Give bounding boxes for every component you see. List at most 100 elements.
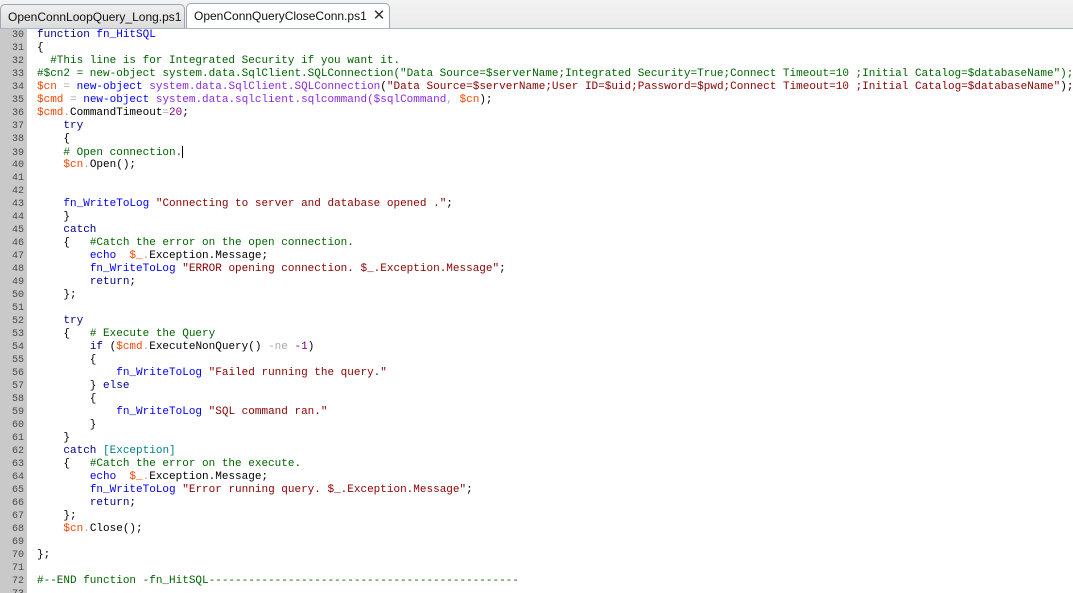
code-line: 30 function fn_HitSQL bbox=[0, 29, 1073, 42]
code-line: 51 bbox=[0, 302, 1073, 315]
line-number: 46 bbox=[11, 238, 24, 249]
token-text: { bbox=[37, 458, 90, 470]
line-number: 69 bbox=[11, 537, 24, 548]
token-text: } bbox=[37, 211, 71, 223]
code-line: 56 fn_WriteToLog "Failed running the que… bbox=[0, 367, 1073, 380]
code-line: 49 return; bbox=[0, 276, 1073, 289]
line-number: 53 bbox=[11, 329, 24, 340]
code-line: 40 $cn.Open(); bbox=[0, 159, 1073, 172]
token-text: } bbox=[37, 380, 104, 392]
token-comment: #$cn2 = new-object system.data.SqlClient… bbox=[37, 68, 1073, 80]
line-number: 63 bbox=[11, 459, 24, 470]
line-number: 41 bbox=[11, 173, 24, 184]
token-comment: #This line is for Integrated Security if… bbox=[50, 55, 401, 67]
code-line: 69 bbox=[0, 536, 1073, 549]
code-line: 44 } bbox=[0, 211, 1073, 224]
line-number: 43 bbox=[11, 199, 24, 210]
code-line: 53 { # Execute the Query bbox=[0, 328, 1073, 341]
token-text: ); bbox=[1060, 81, 1073, 93]
line-number: 42 bbox=[11, 186, 24, 197]
token-keyword: return bbox=[89, 497, 130, 509]
code-line: 52 try bbox=[0, 315, 1073, 328]
token-operator: , bbox=[446, 94, 460, 106]
line-number: 36 bbox=[11, 108, 24, 119]
code-line: 37 try bbox=[0, 120, 1073, 133]
code-line: 38 { bbox=[0, 133, 1073, 146]
line-number: 34 bbox=[11, 82, 24, 93]
code-line: 35 $cmd = new-object system.data.sqlclien… bbox=[0, 94, 1073, 107]
tab-openconnloopquery[interactable]: OpenConnLoopQuery_Long.ps1 bbox=[0, 4, 185, 28]
code-line: 66 return; bbox=[0, 497, 1073, 510]
line-number: 61 bbox=[11, 433, 24, 444]
code-line: 47 echo $_.Exception.Message; bbox=[0, 250, 1073, 263]
token-keyword: try bbox=[63, 120, 84, 132]
token-variable: $_ bbox=[129, 471, 143, 483]
token-text: CommandTimeout bbox=[70, 107, 163, 119]
code-line: 68 $cn.Close(); bbox=[0, 523, 1073, 536]
token-command: new-object bbox=[76, 81, 143, 93]
token-text: Exception.Message; bbox=[149, 250, 269, 262]
code-line: 33 #$cn2 = new-object system.data.SqlClie… bbox=[0, 68, 1073, 81]
code-line: 63 { #Catch the error on the execute. bbox=[0, 458, 1073, 471]
code-editor[interactable]: 30 function fn_HitSQL 31 {32 #This line is … bbox=[0, 29, 1073, 593]
token-text: ; bbox=[499, 263, 506, 275]
token-command: new-object bbox=[83, 94, 150, 106]
token-text: ; bbox=[182, 107, 189, 119]
code-line: 67 }; bbox=[0, 510, 1073, 523]
tab-label: OpenConnQueryCloseConn.ps1 bbox=[194, 9, 367, 23]
code-line: 31 { bbox=[0, 42, 1073, 55]
line-number: 33 bbox=[11, 69, 24, 80]
token-number: 20 bbox=[169, 107, 183, 119]
token-variable: $cmd bbox=[37, 94, 64, 106]
token-variable: $cn bbox=[63, 159, 84, 171]
token-command: fn_WriteToLog bbox=[63, 198, 150, 210]
line-number: 59 bbox=[11, 407, 24, 418]
token-text: ; bbox=[129, 276, 137, 288]
line-number: 44 bbox=[11, 212, 24, 223]
token-text: } bbox=[37, 419, 97, 431]
token-number: -1 bbox=[294, 341, 308, 353]
token-command: fn_WriteToLog bbox=[89, 484, 176, 496]
code-line: 72 #--END function -fn_HitSQL------------… bbox=[0, 575, 1073, 588]
tab-label: OpenConnLoopQuery_Long.ps1 bbox=[8, 10, 182, 24]
code-line: 50 }; bbox=[0, 289, 1073, 302]
token-command: fn_WriteToLog bbox=[89, 263, 176, 275]
line-number: 47 bbox=[11, 251, 24, 262]
code-line: 59 fn_WriteToLog "SQL command ran." bbox=[0, 406, 1073, 419]
line-number: 68 bbox=[11, 524, 24, 535]
code-line: 42 bbox=[0, 185, 1073, 198]
line-number: 48 bbox=[11, 264, 24, 275]
token-operator: -ne bbox=[268, 341, 288, 353]
code-line: 71 bbox=[0, 562, 1073, 575]
code-line: 55 { bbox=[0, 354, 1073, 367]
token-variable: $cn bbox=[63, 523, 84, 535]
line-number: 67 bbox=[11, 511, 24, 522]
line-number: 45 bbox=[11, 225, 24, 236]
token-keyword: catch bbox=[63, 445, 97, 457]
token-comment: #Catch the error on the execute. bbox=[89, 458, 302, 470]
code-line: 64 echo $_.Exception.Message; bbox=[0, 471, 1073, 484]
code-line: 45 catch bbox=[0, 224, 1073, 237]
close-icon[interactable]: ✕ bbox=[373, 7, 386, 24]
token-command: echo bbox=[89, 250, 117, 262]
token-command: echo bbox=[89, 471, 117, 483]
tab-openconnqueryclose[interactable]: OpenConnQueryCloseConn.ps1 ✕ bbox=[186, 3, 390, 28]
token-text: { bbox=[37, 133, 71, 145]
token-text: }; bbox=[37, 510, 77, 522]
code-line: 41 bbox=[0, 172, 1073, 185]
token-argument: system.data.sqlclient.sqlcommand($sqlCom… bbox=[155, 94, 447, 106]
line-number: 40 bbox=[11, 160, 24, 171]
code-line: 58 { bbox=[0, 393, 1073, 406]
line-number: 32 bbox=[11, 56, 24, 67]
code-line: 62 catch [Exception] bbox=[0, 445, 1073, 458]
